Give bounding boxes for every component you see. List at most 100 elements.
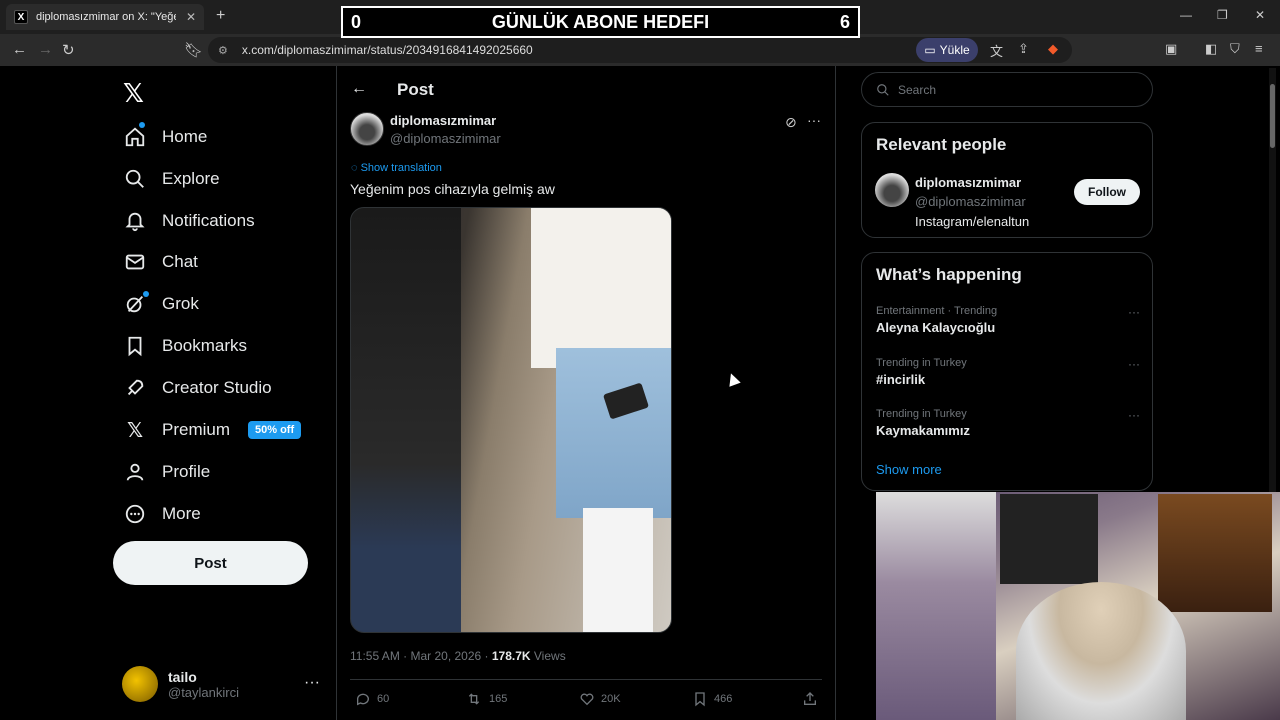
bell-icon — [122, 208, 148, 234]
scrollbar-thumb[interactable] — [1270, 84, 1275, 148]
compose-post-button[interactable]: Post — [113, 541, 308, 585]
nav-more[interactable]: More — [122, 498, 201, 530]
relevant-person-handle[interactable]: @diplomaszimimar — [915, 194, 1026, 209]
search-placeholder: Search — [898, 82, 937, 97]
leo-ai-icon[interactable]: ▣ — [1165, 41, 1177, 57]
nav-more-label: More — [162, 504, 201, 523]
bookmark-page-icon[interactable]: 🔖︎ — [184, 41, 203, 59]
nav-bookmarks[interactable]: Bookmarks — [122, 330, 247, 362]
sidebar-toggle-icon[interactable]: ◧ — [1205, 41, 1217, 57]
trend-more-icon[interactable]: ··· — [1128, 305, 1140, 319]
nav-premium-label: Premium — [162, 420, 231, 439]
forward-arrow-icon[interactable]: → — [38, 41, 53, 58]
nav-home[interactable]: Home — [122, 121, 207, 153]
more-circle-icon — [122, 501, 148, 527]
trend-item[interactable]: Trending in Turkey Kaymakamımız ··· — [876, 408, 1140, 438]
show-translation-link[interactable]: ◌ Show translation — [351, 162, 442, 174]
nav-profile[interactable]: Profile — [122, 456, 210, 488]
nav-grok-label: Grok — [162, 294, 199, 313]
nav-explore[interactable]: Explore — [122, 163, 220, 195]
overlay-left-count: 0 — [351, 11, 362, 32]
nav-notifications[interactable]: Notifications — [122, 205, 255, 237]
reply-icon — [356, 693, 369, 706]
divider — [350, 679, 822, 680]
trend-category: Trending in Turkey — [876, 357, 967, 369]
x-logo-icon[interactable]: 𝕏 — [123, 78, 144, 109]
post-media-video[interactable] — [350, 207, 672, 633]
media-shirt — [531, 208, 671, 368]
url-text[interactable]: x.com/diplomaszimimar/status/20349168414… — [242, 43, 533, 57]
brave-shield-icon[interactable]: ◆ — [1048, 41, 1058, 57]
author-handle[interactable]: @diplomaszimimar — [390, 131, 501, 146]
media-skirt — [556, 348, 671, 518]
nav-creator-studio-label: Creator Studio — [162, 378, 272, 397]
webcam-overlay — [876, 492, 1280, 720]
whats-happening-panel: What’s happening Entertainment · Trendin… — [861, 252, 1153, 491]
back-arrow-icon[interactable]: ← — [12, 41, 27, 58]
person-icon — [122, 459, 148, 485]
share-icon[interactable]: ⇪ — [1018, 41, 1029, 57]
trend-more-icon[interactable]: ··· — [1128, 408, 1140, 422]
relevant-person-name[interactable]: diplomasızmimar — [915, 175, 1021, 190]
page-scrollbar[interactable] — [1269, 68, 1276, 492]
trend-name: Kaymakamımız — [876, 423, 970, 438]
cam-poster — [1000, 494, 1098, 584]
reload-icon[interactable]: ↻ — [62, 41, 75, 59]
site-settings-icon[interactable]: ⚙ — [218, 44, 228, 57]
back-arrow-icon[interactable]: ← — [351, 80, 367, 98]
maximize-icon[interactable]: ❐ — [1217, 8, 1228, 22]
stream-overlay: 0 GÜNLÜK ABONE HEDEFI 6 — [341, 6, 860, 38]
nav-creator-studio[interactable]: Creator Studio — [122, 372, 272, 404]
install-label: Yükle — [939, 43, 970, 57]
post-more-icon[interactable]: ··· — [807, 112, 821, 128]
nav-chat-label: Chat — [162, 252, 198, 271]
repost-button[interactable]: 165 — [465, 691, 507, 707]
trend-category: Entertainment · Trending — [876, 305, 998, 317]
media-legs — [583, 508, 653, 632]
grok-explain-icon[interactable]: ⊘ — [785, 114, 797, 131]
account-handle: @taylankirci — [168, 684, 239, 700]
views-count: 178.7K — [491, 649, 531, 663]
reply-button[interactable]: 60 — [355, 691, 389, 707]
ellipsis-icon[interactable]: ··· — [304, 674, 320, 692]
trend-item[interactable]: Entertainment · Trending Aleyna Kalaycıo… — [876, 305, 1140, 335]
bookmark-icon — [695, 692, 705, 707]
cam-poster — [1158, 494, 1272, 612]
bookmark-button[interactable]: 466 — [692, 691, 732, 707]
close-tab-icon[interactable]: ✕ — [186, 10, 196, 24]
translate-icon[interactable]: 文 — [990, 41, 1003, 60]
author-name[interactable]: diplomasızmimar — [390, 113, 496, 128]
cam-person — [1016, 582, 1186, 720]
browser-tab[interactable]: X diplomasızmimar on X: "Yeğenim ✕ — [6, 4, 204, 30]
trend-category: Trending in Turkey — [876, 408, 967, 420]
post-timestamp[interactable]: 11:55 AM · Mar 20, 2026 · — [350, 649, 492, 663]
trend-more-icon[interactable]: ··· — [1128, 357, 1140, 371]
close-window-icon[interactable]: ✕ — [1255, 8, 1265, 22]
trend-name: Aleyna Kalaycıoğlu — [876, 320, 996, 335]
trend-item[interactable]: Trending in Turkey #incirlik ··· — [876, 357, 1140, 387]
follow-button[interactable]: Follow — [1074, 179, 1140, 205]
grok-notification-dot — [143, 291, 149, 297]
search-input[interactable]: Search — [861, 72, 1153, 107]
install-app-button[interactable]: ▭ Yükle — [916, 38, 978, 62]
account-switcher[interactable]: tailo @taylankirci ··· — [122, 664, 322, 704]
menu-icon[interactable]: ≡ — [1255, 41, 1263, 56]
overlay-title: GÜNLÜK ABONE HEDEFI — [491, 11, 710, 32]
nav-notifications-label: Notifications — [162, 211, 255, 230]
repost-icon — [468, 693, 480, 705]
nav-premium[interactable]: 𝕏 Premium 50% off — [122, 414, 302, 446]
post-meta: 11:55 AM · Mar 20, 2026 · 178.7K Views — [350, 649, 566, 663]
whats-happening-title: What’s happening — [876, 265, 1022, 284]
like-count: 20K — [601, 693, 621, 705]
show-more-link[interactable]: Show more — [876, 462, 942, 477]
nav-grok[interactable]: Grok — [122, 288, 199, 320]
vpn-icon[interactable]: ⛉ — [1230, 41, 1240, 57]
share-button[interactable] — [802, 691, 818, 707]
nav-chat[interactable]: Chat — [122, 246, 198, 278]
envelope-icon — [122, 249, 148, 275]
like-button[interactable]: 20K — [579, 691, 621, 707]
author-avatar[interactable] — [350, 112, 384, 146]
avatar[interactable] — [875, 173, 909, 207]
minimize-icon[interactable]: — — [1180, 8, 1192, 22]
new-tab-icon[interactable]: + — [216, 7, 225, 25]
